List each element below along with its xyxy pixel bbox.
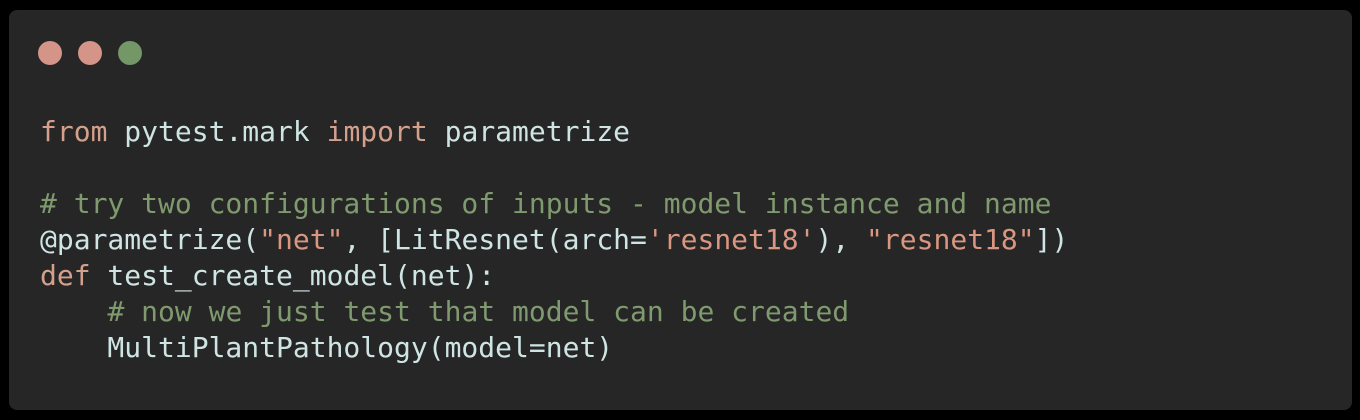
code-text: , [LitResnet(arch=: [343, 223, 647, 256]
code-text: @parametrize(: [40, 223, 260, 256]
code-text: pytest.mark: [107, 115, 327, 148]
code-comment: # now we just test that model can be cre…: [107, 295, 850, 328]
code-comment: # try two configurations of inputs - mod…: [40, 187, 1052, 220]
code-line: # now we just test that model can be cre…: [40, 294, 1068, 330]
maximize-dot-icon[interactable]: [118, 41, 142, 65]
code-line: def test_create_model(net):: [40, 258, 1068, 294]
code-text: ),: [815, 223, 867, 256]
code-keyword: from: [40, 115, 108, 148]
code-window: from pytest.mark import parametrize # try…: [9, 10, 1352, 410]
code-keyword: def: [40, 259, 91, 292]
code-line: MultiPlantPathology(model=net): [40, 330, 1068, 366]
code-string: 'resnet18': [646, 223, 816, 256]
code-block: from pytest.mark import parametrize # try…: [40, 114, 1068, 366]
code-line: from pytest.mark import parametrize: [40, 114, 1068, 150]
code-text: ]): [1034, 223, 1069, 256]
code-line: @parametrize("net", [LitResnet(arch='res…: [40, 222, 1068, 258]
code-text: parametrize: [427, 115, 631, 148]
code-string: "net": [259, 223, 344, 256]
close-dot-icon[interactable]: [38, 41, 62, 65]
code-text: test_create_model(net):: [90, 259, 496, 292]
code-text: MultiPlantPathology(model=net): [40, 331, 614, 364]
minimize-dot-icon[interactable]: [78, 41, 102, 65]
code-string: "resnet18": [866, 223, 1035, 256]
window-controls: [38, 41, 142, 65]
code-keyword: import: [326, 115, 428, 148]
code-line: # try two configurations of inputs - mod…: [40, 186, 1068, 222]
